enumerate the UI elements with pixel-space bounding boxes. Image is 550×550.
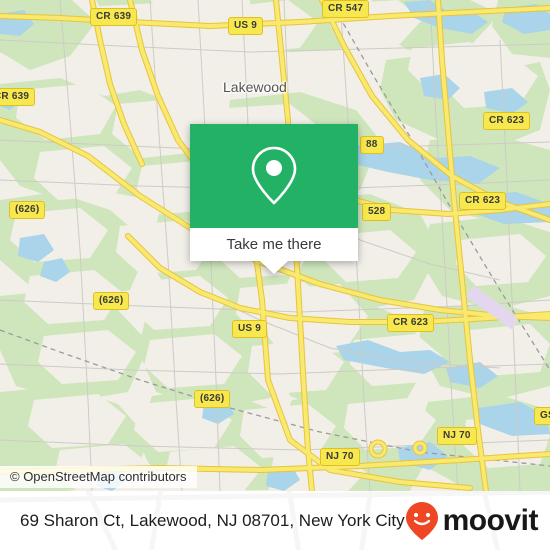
- moovit-logo[interactable]: moovit: [405, 501, 538, 541]
- road-shield-528: 528: [362, 203, 392, 221]
- road-shield-us9-center: US 9: [232, 320, 268, 338]
- callout-card-header: [190, 124, 358, 228]
- footer-bar: 69 Sharon Ct, Lakewood, NJ 08701, New Yo…: [0, 491, 550, 550]
- road-shield-626-west: (626): [93, 292, 130, 310]
- road-shield-cr623-northeast: CR 623: [483, 112, 531, 130]
- callout-pointer: [260, 261, 288, 274]
- road-shield-gs-parkway: GS: [534, 407, 550, 425]
- road-shield-cr623-east: CR 623: [459, 192, 507, 210]
- road-shield-cr547: CR 547: [322, 0, 370, 18]
- road-shield-626-northwest: (626): [9, 201, 46, 219]
- road-shield-cr623-center: CR 623: [387, 314, 435, 332]
- osm-attribution[interactable]: © OpenStreetMap contributors: [0, 466, 197, 488]
- address-text: 69 Sharon Ct, Lakewood, NJ 08701, New Yo…: [20, 510, 405, 530]
- take-me-there-button[interactable]: Take me there: [190, 228, 358, 261]
- map-canvas[interactable]: Lakewood CR 639 US 9 CR 547 CR 639 CR 62…: [0, 0, 550, 491]
- road-shield-cr639-west: CR 639: [0, 88, 36, 106]
- map-pin-icon: [251, 146, 297, 205]
- moovit-wordmark: moovit: [442, 503, 539, 537]
- road-shield-us9-north: US 9: [228, 17, 264, 35]
- road-shield-nj70-center: NJ 70: [320, 448, 360, 466]
- moovit-map-screenshot: Lakewood CR 639 US 9 CR 547 CR 639 CR 62…: [0, 0, 550, 550]
- moovit-smiley-pin-icon: [405, 501, 438, 540]
- road-shield-88: 88: [360, 136, 384, 154]
- road-shield-626-south: (626): [194, 390, 231, 408]
- map-place-label: Lakewood: [223, 79, 287, 95]
- road-shield-nj70-east: NJ 70: [437, 427, 477, 445]
- location-callout-card[interactable]: Take me there: [190, 124, 358, 274]
- take-me-there-label: Take me there: [226, 236, 322, 253]
- road-shield-cr639-north: CR 639: [90, 8, 138, 26]
